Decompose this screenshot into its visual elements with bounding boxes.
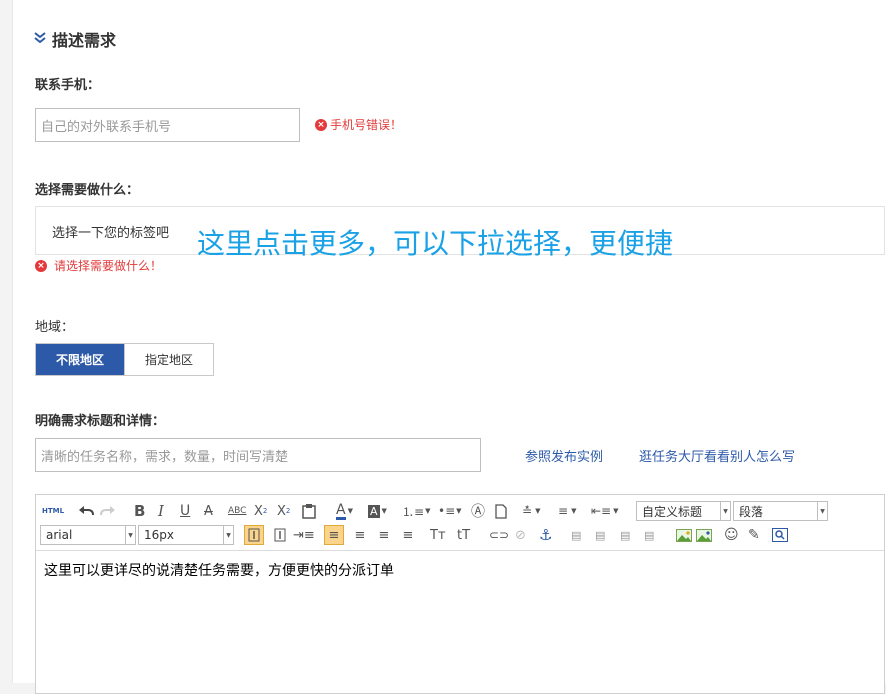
section-title: 描述需求	[52, 31, 117, 50]
unlink-icon[interactable]: ⊘	[515, 525, 526, 545]
section-header[interactable]: 描述需求	[34, 27, 116, 51]
scrawl-icon[interactable]: ✎	[748, 525, 760, 545]
paste-icon[interactable]	[302, 501, 316, 521]
phone-error: × 手机号错误！	[315, 116, 402, 133]
task-hall-link[interactable]: 逛任务大厅看看别人怎么写	[639, 446, 795, 465]
image-float-none-icon[interactable]: ▤	[571, 525, 581, 545]
indent-dropdown-icon[interactable]: ⇤≡ ▼	[591, 501, 619, 521]
indent-icon[interactable]: ⇥≡	[293, 525, 315, 545]
align-center-icon[interactable]: ≡	[350, 525, 370, 545]
font-family-value: arial	[46, 528, 73, 542]
text-direction-rtl-icon[interactable]	[270, 525, 290, 545]
align-justify-icon[interactable]: ≡	[398, 525, 418, 545]
editor-content[interactable]: 这里可以更详尽的说清楚任务需要，方便更快的分派订单	[44, 560, 394, 580]
align-right-icon[interactable]: ≡	[374, 525, 394, 545]
phone-error-text: 手机号错误！	[330, 118, 403, 132]
task-title-placeholder: 清晰的任务名称，需求，数量，时间写清楚	[41, 449, 289, 465]
region-toggle: 不限地区 指定地区	[35, 343, 214, 376]
font-family-select[interactable]: arial ▼	[40, 525, 136, 545]
chevron-double-down-icon	[34, 31, 46, 47]
tag-select-placeholder: 选择一下您的标签吧	[52, 226, 170, 241]
phone-placeholder: 自己的对外联系手机号	[41, 119, 172, 135]
paragraph-select[interactable]: 段落 ▼	[733, 501, 828, 521]
italic-icon[interactable]: I	[158, 501, 164, 521]
bold-icon[interactable]: B	[134, 501, 145, 521]
error-icon: ×	[35, 259, 47, 272]
region-option-unlimited[interactable]: 不限地区	[36, 344, 124, 375]
region-option-specified[interactable]: 指定地区	[124, 344, 213, 375]
detail-label: 明确需求标题和详情：	[35, 414, 166, 429]
rich-text-editor: HTML B I U A ABC X2 X2 A ▼ A ▼ ⒈≡ ▼ •≡ ▼ Ⓐ ≛…	[35, 494, 885, 694]
task-type-label: 选择需要做什么：	[35, 183, 140, 198]
emoticon-icon[interactable]: ☺	[724, 525, 739, 545]
clear-format-icon[interactable]: Ⓐ	[471, 501, 485, 521]
chevron-down-icon: ▼	[125, 526, 135, 544]
underline-icon[interactable]: U	[180, 501, 190, 521]
image-icon[interactable]	[676, 525, 692, 545]
link-icon[interactable]: ⊂⊃	[489, 525, 509, 545]
task-type-error: × 请选择需要做什么！	[35, 257, 162, 274]
text-direction-ltr-icon[interactable]	[244, 525, 264, 545]
multi-image-icon[interactable]	[696, 525, 712, 545]
align-left-icon[interactable]: ≡	[324, 525, 344, 545]
phone-input[interactable]: 自己的对外联系手机号	[35, 108, 300, 142]
heading-select[interactable]: 自定义标题 ▼	[636, 501, 731, 521]
redo-icon[interactable]	[100, 501, 116, 521]
font-color-icon[interactable]: A ▼	[336, 501, 353, 521]
subscript-icon[interactable]: X2	[277, 501, 290, 521]
paragraph-spacing-icon[interactable]: ≡ ▼	[558, 501, 576, 521]
image-center-icon[interactable]: ▤	[644, 525, 654, 545]
phone-label: 联系手机：	[35, 78, 101, 93]
case-upper-icon[interactable]: Tт	[430, 525, 446, 545]
task-type-error-text: 请选择需要做什么！	[54, 259, 163, 273]
superscript-icon[interactable]: X2	[254, 501, 267, 521]
undo-icon[interactable]	[78, 501, 94, 521]
document-icon[interactable]	[495, 501, 507, 521]
image-float-right-icon[interactable]: ▤	[620, 525, 630, 545]
image-float-left-icon[interactable]: ▤	[595, 525, 605, 545]
error-icon: ×	[315, 118, 327, 131]
example-link[interactable]: 参照发布实例	[525, 446, 603, 465]
ordered-list-icon[interactable]: ⒈≡ ▼	[402, 501, 430, 521]
case-lower-icon[interactable]: tT	[457, 525, 470, 545]
heading-select-value: 自定义标题	[642, 504, 703, 519]
spellcheck-icon[interactable]: ABC	[228, 501, 246, 521]
chevron-down-icon: ▼	[817, 502, 827, 520]
strikethrough-icon[interactable]: A	[204, 501, 213, 521]
font-size-select[interactable]: 16px ▼	[138, 525, 234, 545]
anchor-icon[interactable]: ⚓	[539, 525, 552, 545]
chevron-down-icon: ▼	[720, 502, 730, 520]
chevron-down-icon: ▼	[223, 526, 233, 544]
region-label: 地域：	[35, 320, 75, 335]
search-replace-icon[interactable]	[772, 525, 788, 545]
unordered-list-icon[interactable]: •≡ ▼	[438, 501, 462, 521]
font-size-value: 16px	[144, 528, 174, 542]
paragraph-select-value: 段落	[739, 504, 764, 519]
line-height-icon[interactable]: ≛ ▼	[522, 501, 540, 521]
editor-toolbar: HTML B I U A ABC X2 X2 A ▼ A ▼ ⒈≡ ▼ •≡ ▼ Ⓐ ≛…	[36, 495, 884, 551]
highlight-color-icon[interactable]: A ▼	[368, 501, 387, 521]
task-title-input[interactable]: 清晰的任务名称，需求，数量，时间写清楚	[35, 438, 481, 472]
html-source-button[interactable]: HTML	[42, 501, 64, 521]
hint-overlay-text: 这里点击更多，可以下拉选择，更便捷	[197, 227, 674, 260]
